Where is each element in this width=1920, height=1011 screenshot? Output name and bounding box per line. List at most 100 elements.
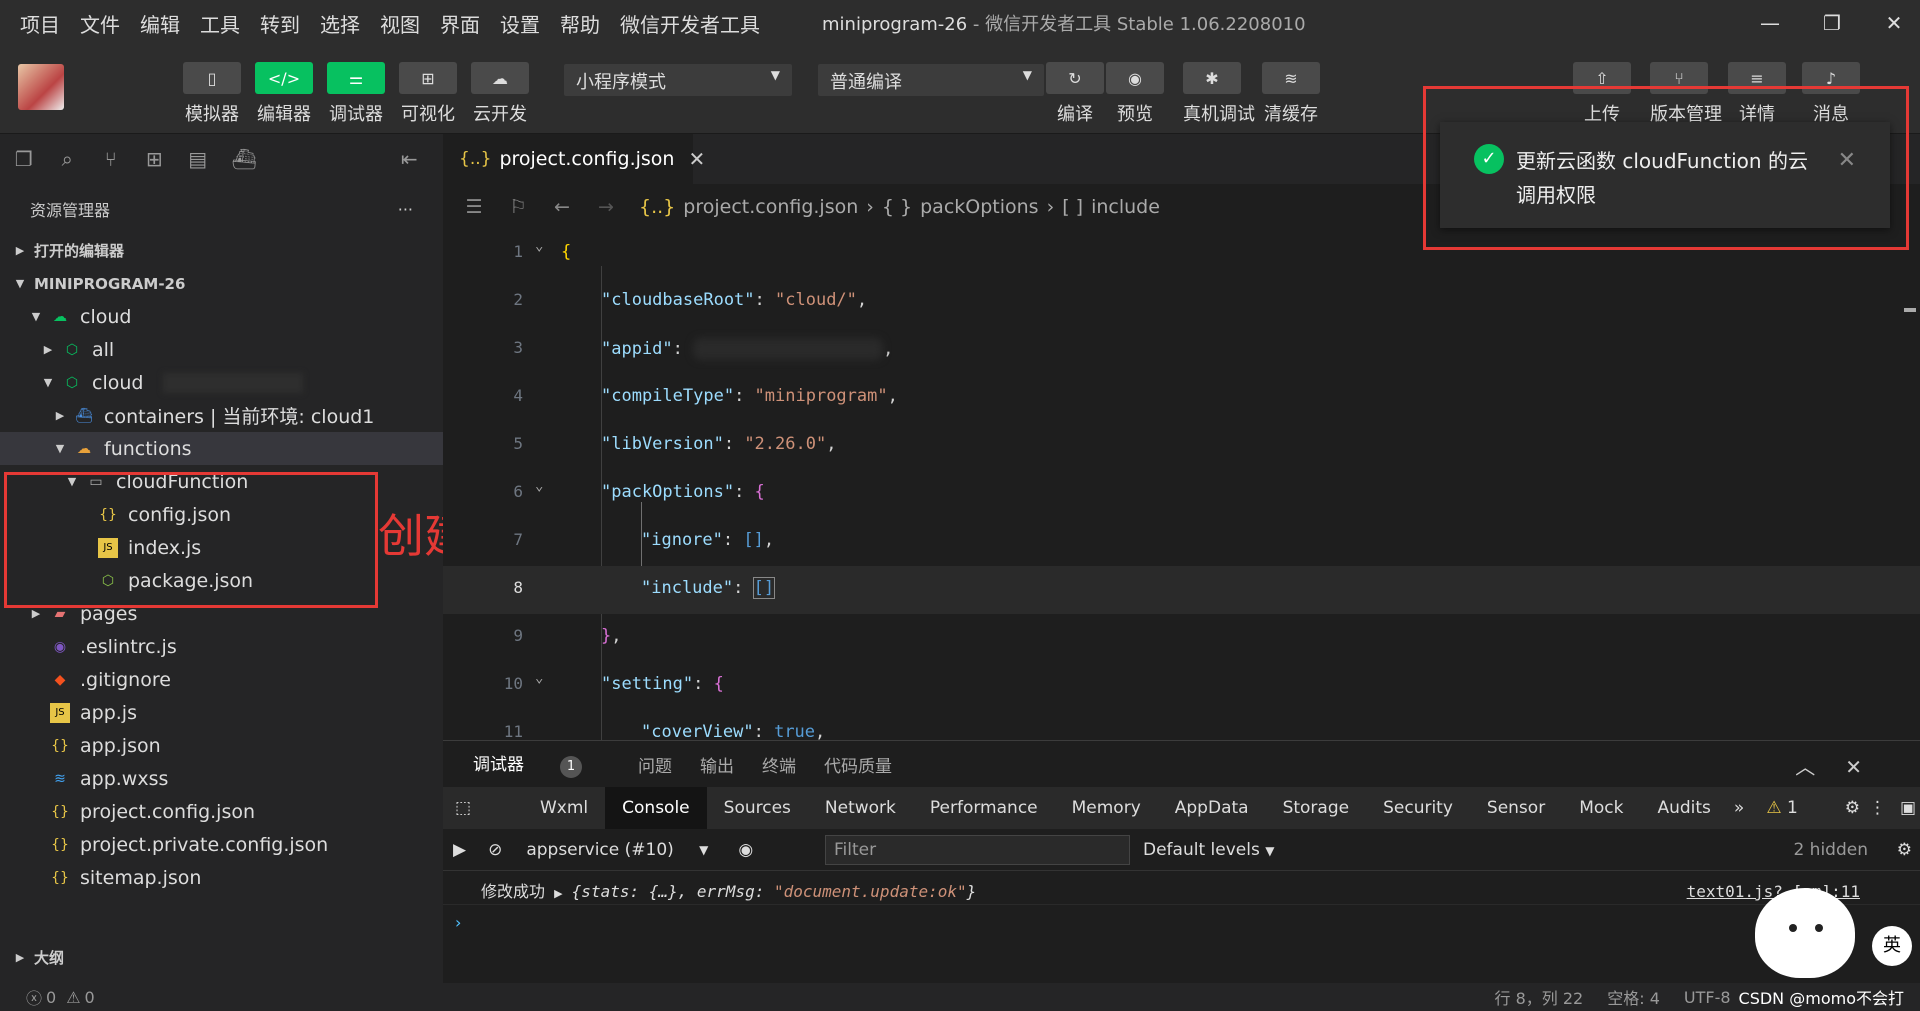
tab-appdata[interactable]: AppData: [1158, 787, 1266, 829]
tab-project-config[interactable]: {..} project.config.json ✕: [443, 134, 705, 184]
context-select[interactable]: appservice (#10) ▼: [526, 840, 712, 860]
tab-debugger[interactable]: 调试器 1: [473, 750, 610, 778]
fold-chevron-icon[interactable]: ⌄: [535, 670, 543, 686]
levels-select[interactable]: Default levels ▼: [1143, 840, 1274, 860]
code-editor[interactable]: 1 ⌄ { 2 "cloudbaseRoot": "cloud/", 3 "appid"…: [443, 230, 1920, 740]
encoding[interactable]: UTF-8: [1684, 988, 1731, 1007]
collapse-sidebar-icon[interactable]: ⇤: [400, 147, 420, 171]
menu-settings[interactable]: 设置: [500, 9, 540, 38]
tree-item-cloud-env[interactable]: ▼ ⬡ cloud: [0, 366, 443, 399]
storage-icon[interactable]: ▤: [188, 147, 208, 171]
menu-wechat-devtools[interactable]: 微信开发者工具: [620, 9, 760, 38]
compile-select[interactable]: 普通编译 ▼: [818, 64, 1044, 96]
inspect-icon[interactable]: ⬚: [455, 787, 471, 829]
tab-mock[interactable]: Mock: [1562, 787, 1640, 829]
tree-item-containers[interactable]: ▶ ⛴ containers | 当前环境: cloud1: [0, 399, 443, 432]
tab-console[interactable]: Console: [605, 787, 707, 829]
scrollbar-marker[interactable]: [1904, 308, 1916, 312]
remote-debug-button[interactable]: ✱ 真机调试: [1183, 62, 1255, 126]
kebab-menu-icon[interactable]: ⋮: [1869, 787, 1886, 829]
compile-button[interactable]: ↻ 编译: [1046, 62, 1104, 126]
visual-button[interactable]: ⊞ 可视化: [399, 62, 457, 126]
filter-input[interactable]: Filter: [825, 835, 1130, 865]
menu-file[interactable]: 文件: [80, 9, 120, 38]
tab-sources[interactable]: Sources: [707, 787, 808, 829]
tree-item-app-wxss[interactable]: ≋ app.wxss: [0, 762, 443, 795]
sidebar-toggle-icon[interactable]: ▶: [453, 840, 466, 860]
tree-item-cloud-root[interactable]: ▼ ☁ cloud: [0, 300, 443, 333]
tab-output[interactable]: 输出: [700, 752, 734, 777]
back-icon[interactable]: ←: [549, 196, 575, 218]
search-icon[interactable]: ⌕: [58, 147, 78, 171]
cursor-position[interactable]: 行 8，列 22: [1495, 985, 1584, 1009]
menu-help[interactable]: 帮助: [560, 9, 600, 38]
tab-audits[interactable]: Audits: [1640, 787, 1727, 829]
fold-chevron-icon[interactable]: ⌄: [535, 478, 543, 494]
docker-icon[interactable]: ⛴: [232, 147, 257, 171]
tab-sensor[interactable]: Sensor: [1470, 787, 1562, 829]
ime-indicator[interactable]: 英: [1872, 926, 1912, 966]
tree-item-eslintrc[interactable]: ◉ .eslintrc.js: [0, 630, 443, 663]
menu-select[interactable]: 选择: [320, 9, 360, 38]
tab-network[interactable]: Network: [808, 787, 913, 829]
list-icon[interactable]: ☰: [461, 196, 487, 218]
fold-chevron-icon[interactable]: ⌄: [535, 238, 543, 254]
menu-goto[interactable]: 转到: [260, 9, 300, 38]
breadcrumb-include[interactable]: include: [1091, 196, 1160, 218]
tree-item-project-private-config[interactable]: {} project.private.config.json: [0, 828, 443, 861]
editor-button[interactable]: </> 编辑器: [255, 62, 313, 126]
cloud-button[interactable]: ☁ 云开发: [471, 62, 529, 126]
preview-button[interactable]: ◉ 预览: [1106, 62, 1164, 126]
console-prompt[interactable]: ›: [443, 913, 1920, 932]
mode-select[interactable]: 小程序模式 ▼: [564, 64, 792, 96]
chevron-up-icon[interactable]: ︿: [1795, 755, 1815, 779]
explorer-icon[interactable]: ❐: [14, 147, 34, 171]
clear-console-icon[interactable]: ⊘: [488, 840, 502, 860]
menu-edit[interactable]: 编辑: [140, 9, 180, 38]
eye-icon[interactable]: ◉: [738, 840, 753, 860]
menu-project[interactable]: 项目: [20, 9, 60, 38]
tab-memory[interactable]: Memory: [1055, 787, 1158, 829]
error-icon[interactable]: ⓧ: [26, 985, 42, 1009]
tree-item-gitignore[interactable]: ◆ .gitignore: [0, 663, 443, 696]
project-section[interactable]: ▼ MINIPROGRAM-26: [0, 267, 443, 300]
source-control-icon[interactable]: ⑂: [101, 147, 121, 171]
menu-ui[interactable]: 界面: [440, 9, 480, 38]
tab-storage[interactable]: Storage: [1266, 787, 1367, 829]
close-icon[interactable]: ✕: [1845, 755, 1862, 779]
tab-problems[interactable]: 问题: [638, 752, 672, 777]
warning-icon[interactable]: ⚠: [66, 988, 80, 1007]
menu-tools[interactable]: 工具: [200, 9, 240, 38]
tab-terminal[interactable]: 终端: [762, 752, 796, 777]
tree-item-app-js[interactable]: JS app.js: [0, 696, 443, 729]
log-object[interactable]: {stats: {…}, errMsg: "document.update:ok…: [572, 882, 977, 901]
gear-icon[interactable]: ⚙: [1845, 787, 1860, 829]
tree-item-project-config[interactable]: {} project.config.json: [0, 795, 443, 828]
close-window-icon[interactable]: ✕: [1868, 0, 1920, 46]
indentation[interactable]: 空格: 4: [1607, 985, 1660, 1009]
tab-security[interactable]: Security: [1366, 787, 1470, 829]
tab-performance[interactable]: Performance: [913, 787, 1055, 829]
avatar[interactable]: [18, 64, 64, 110]
breadcrumb-packoptions[interactable]: packOptions: [920, 196, 1038, 218]
simulator-button[interactable]: ▯ 模拟器: [183, 62, 241, 126]
debugger-button[interactable]: ⚌ 调试器: [327, 62, 385, 126]
tab-wxml[interactable]: Wxml: [523, 787, 605, 829]
restore-icon[interactable]: ❐: [1806, 0, 1858, 46]
tree-item-app-json[interactable]: {} app.json: [0, 729, 443, 762]
breadcrumb-file[interactable]: project.config.json: [683, 196, 858, 218]
more-icon[interactable]: ···: [398, 200, 413, 219]
more-tabs-icon[interactable]: »: [1728, 787, 1750, 829]
dock-icon[interactable]: ▣: [1900, 787, 1916, 829]
tree-item-all[interactable]: ▶ ⬡ all: [0, 333, 443, 366]
bookmark-icon[interactable]: ⚐: [505, 196, 531, 218]
menu-view[interactable]: 视图: [380, 9, 420, 38]
open-editors-section[interactable]: ▶ 打开的编辑器: [0, 234, 443, 267]
tab-code-quality[interactable]: 代码质量: [824, 752, 892, 777]
expand-triangle-icon[interactable]: ▶: [554, 887, 562, 900]
clear-cache-button[interactable]: ≋ 清缓存: [1262, 62, 1320, 126]
minimize-icon[interactable]: —: [1744, 0, 1796, 46]
tree-item-sitemap[interactable]: {} sitemap.json: [0, 861, 443, 894]
outline-section[interactable]: ▶ 大纲: [0, 941, 443, 974]
close-icon[interactable]: ✕: [688, 147, 705, 171]
